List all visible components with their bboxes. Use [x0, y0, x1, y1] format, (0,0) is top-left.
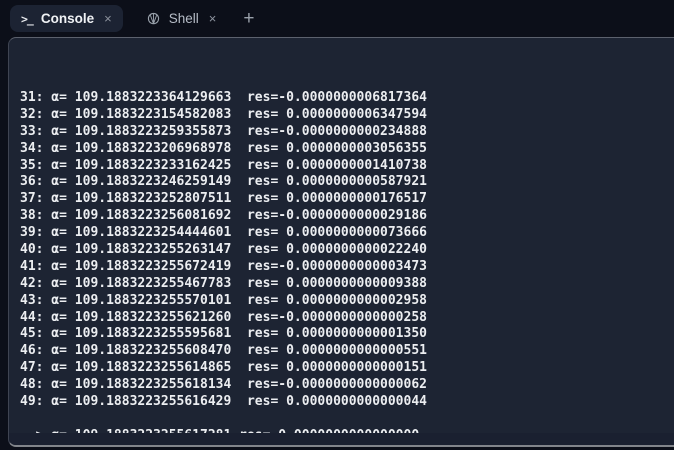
- console-line: 46: α= 109.1883223255608470 res= 0.00000…: [20, 343, 427, 359]
- console-line: 37: α= 109.1883223252807511 res= 0.00000…: [20, 191, 427, 207]
- console-line: 48: α= 109.1883223255618134 res=-0.00000…: [20, 377, 427, 393]
- close-icon[interactable]: ×: [207, 12, 217, 25]
- console-line: 35: α= 109.1883223233162425 res= 0.00000…: [20, 157, 427, 173]
- console-line: 39: α= 109.1883223254444601 res= 0.00000…: [20, 225, 427, 241]
- console-line: 43: α= 109.1883223255570101 res= 0.00000…: [20, 292, 427, 308]
- close-icon[interactable]: ×: [102, 12, 112, 25]
- console-line: 47: α= 109.1883223255614865 res= 0.00000…: [20, 360, 427, 376]
- console-line: 38: α= 109.1883223256081692 res=-0.00000…: [20, 208, 427, 224]
- panel-bottom-strip: [9, 433, 674, 445]
- console-tab-bar: >_ Console × Shell × +: [0, 0, 674, 37]
- tab-console-label: Console: [40, 11, 95, 26]
- console-line: --> r= 1.1587284730181215: [20, 445, 674, 446]
- console-line: 45: α= 109.1883223255595681 res= 0.00000…: [20, 326, 427, 342]
- console-line: 32: α= 109.1883223154582083 res= 0.00000…: [20, 106, 427, 122]
- console-line: 44: α= 109.1883223255621260 res=-0.00000…: [20, 309, 427, 325]
- new-tab-button[interactable]: +: [243, 9, 254, 28]
- console-line: 31: α= 109.1883223364129663 res=-0.00000…: [20, 90, 427, 105]
- terminal-icon: >_: [21, 11, 34, 26]
- console-line: 36: α= 109.1883223246259149 res= 0.00000…: [20, 174, 427, 190]
- tab-console[interactable]: >_ Console ×: [10, 5, 123, 32]
- console-line: 40: α= 109.1883223255263147 res= 0.00000…: [20, 242, 427, 258]
- tab-shell-label: Shell: [168, 11, 199, 26]
- console-line: 49: α= 109.1883223255616429 res= 0.00000…: [20, 394, 427, 410]
- console-line: 34: α= 109.1883223206968978 res= 0.00000…: [20, 140, 427, 156]
- console-line: 33: α= 109.1883223259355873 res=-0.00000…: [20, 123, 427, 139]
- console-panel[interactable]: 31: α= 109.1883223364129663 res=-0.00000…: [8, 37, 674, 447]
- console-line: 41: α= 109.1883223255672419 res=-0.00000…: [20, 258, 427, 274]
- console-output[interactable]: 31: α= 109.1883223364129663 res=-0.00000…: [20, 45, 674, 446]
- shell-icon: [146, 11, 161, 26]
- tab-shell[interactable]: Shell ×: [135, 5, 228, 32]
- console-line: 42: α= 109.1883223255467783 res= 0.00000…: [20, 275, 427, 291]
